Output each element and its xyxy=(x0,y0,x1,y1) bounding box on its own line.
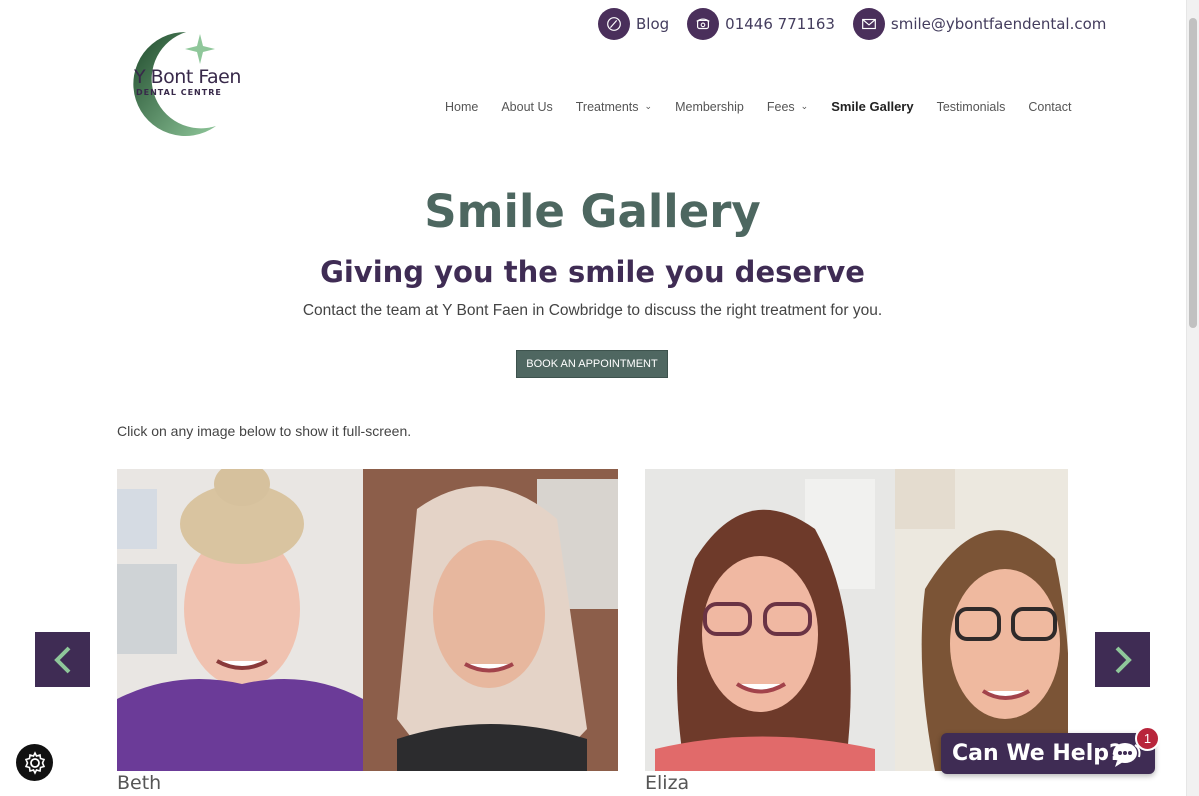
phone-icon xyxy=(687,8,720,40)
nav-label: Testimonials xyxy=(936,99,1006,114)
main-nav: Home About Us Treatments ⌄ Membership Fee… xyxy=(445,99,1071,114)
nav-item-testimonials[interactable]: Testimonials xyxy=(937,99,1006,114)
before-after-photo xyxy=(645,469,1068,771)
gallery-caption: Beth xyxy=(117,772,162,794)
gallery-hint: Click on any image below to show it full… xyxy=(117,423,412,439)
chat-label: Can We Help? xyxy=(952,741,1122,766)
before-after-photo xyxy=(117,469,618,771)
logo-subtitle: DENTAL CENTRE xyxy=(136,88,222,97)
chat-notification-badge: 1 xyxy=(1135,726,1160,751)
chevron-down-icon: ⌄ xyxy=(800,101,809,111)
scrollbar-thumb[interactable] xyxy=(1189,18,1197,328)
nav-item-membership[interactable]: Membership xyxy=(675,99,744,114)
page-subtitle: Giving you the smile you deserve xyxy=(320,255,865,289)
blog-link[interactable]: Blog xyxy=(598,8,669,40)
nav-label: Fees xyxy=(766,99,795,114)
intro-text: Contact the team at Y Bont Faen in Cowbr… xyxy=(302,302,883,319)
nav-item-fees[interactable]: Fees ⌄ xyxy=(767,99,808,114)
nav-label: Contact xyxy=(1028,99,1072,114)
nav-item-treatments[interactable]: Treatments ⌄ xyxy=(576,99,652,114)
nav-label: Treatments xyxy=(575,99,639,114)
nav-label: Home xyxy=(445,99,479,114)
page-title: Smile Gallery xyxy=(424,185,761,238)
slider-next-button[interactable] xyxy=(1095,632,1150,687)
nav-item-contact[interactable]: Contact xyxy=(1028,99,1071,114)
nav-label: Smile Gallery xyxy=(831,99,914,114)
nav-item-smile-gallery[interactable]: Smile Gallery xyxy=(831,99,913,114)
gallery-caption: Eliza xyxy=(645,772,690,794)
chat-widget-button[interactable]: Can We Help? xyxy=(941,733,1155,774)
nav-label: Membership xyxy=(675,99,744,114)
chevron-right-icon xyxy=(1115,646,1132,673)
pen-icon xyxy=(598,8,630,40)
nav-label: About Us xyxy=(501,99,553,114)
gallery-image-eliza[interactable] xyxy=(645,469,1068,771)
email-link[interactable]: smile@ybontfaendental.com xyxy=(852,8,1107,40)
email-label: smile@ybontfaendental.com xyxy=(890,15,1107,33)
phone-link[interactable]: 01446 771163 xyxy=(687,8,835,40)
gallery-image-beth[interactable] xyxy=(117,469,618,771)
book-appointment-button[interactable]: BOOK AN APPOINTMENT xyxy=(516,350,668,378)
slider-prev-button[interactable] xyxy=(35,632,90,687)
top-contact-bar: Blog 01446 771163 smile@ybontfaendental.… xyxy=(598,8,1106,40)
page-scrollbar[interactable] xyxy=(1186,0,1199,796)
chevron-left-icon xyxy=(53,646,70,673)
gear-icon xyxy=(24,750,45,775)
nav-item-home[interactable]: Home xyxy=(445,99,478,114)
logo-name: Y Bont Faen xyxy=(134,66,241,88)
envelope-icon xyxy=(852,8,885,40)
nav-item-about-us[interactable]: About Us xyxy=(501,99,552,114)
phone-label: 01446 771163 xyxy=(725,15,835,33)
blog-label: Blog xyxy=(636,15,670,33)
cookie-settings-button[interactable] xyxy=(16,744,53,781)
chevron-down-icon: ⌄ xyxy=(644,101,653,111)
